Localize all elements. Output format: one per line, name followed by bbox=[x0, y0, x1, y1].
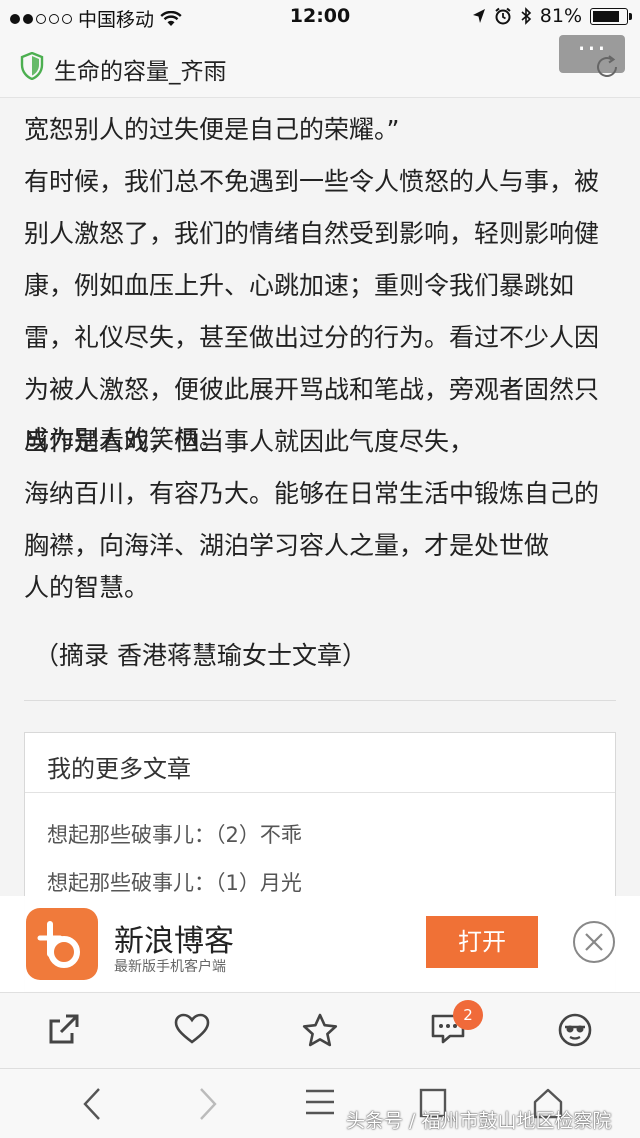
like-heart-icon[interactable] bbox=[174, 1013, 210, 1045]
comment-count-badge: 2 bbox=[453, 1000, 483, 1030]
app-name: 新浪博客 bbox=[114, 924, 234, 959]
share-icon[interactable] bbox=[48, 1013, 80, 1045]
location-arrow-icon bbox=[472, 9, 485, 23]
watermark-text: 头条号 / 福州市鼓山地区检察院 bbox=[346, 1110, 612, 1132]
status-bar: 中国移动 12:00 81% bbox=[0, 0, 640, 34]
bluetooth-icon bbox=[521, 7, 531, 25]
battery-fill bbox=[593, 10, 619, 22]
favorite-star-icon[interactable] bbox=[302, 1013, 338, 1047]
article-paragraph: 成为别人的笑柄。 bbox=[24, 425, 225, 454]
back-chevron-icon[interactable] bbox=[82, 1087, 102, 1121]
status-right: 81% bbox=[472, 5, 632, 27]
sina-blog-logo-icon bbox=[37, 921, 80, 968]
open-app-button[interactable]: 打开 bbox=[426, 916, 538, 968]
shield-icon bbox=[20, 52, 44, 80]
more-articles-heading: 我的更多文章 bbox=[25, 733, 615, 793]
close-banner-icon[interactable] bbox=[572, 920, 616, 964]
app-subtitle: 最新版手机客户端 bbox=[114, 959, 226, 975]
battery-icon bbox=[590, 7, 632, 25]
menu-icon[interactable] bbox=[304, 1087, 336, 1117]
article-paragraph: 人的智慧。 bbox=[24, 573, 150, 602]
reader-mode-icon[interactable] bbox=[558, 1013, 592, 1047]
page-title: 生命的容量_齐雨 bbox=[54, 59, 227, 85]
app-promo-banner: 新浪博客 最新版手机客户端 打开 bbox=[0, 896, 640, 992]
article-paragraph: 宽恕别人的过失便是自己的荣耀。” bbox=[24, 115, 400, 144]
battery-percent: 81% bbox=[539, 5, 582, 27]
refresh-icon[interactable] bbox=[592, 52, 622, 82]
forward-chevron-icon[interactable] bbox=[198, 1087, 218, 1121]
article-source: （摘录 香港蒋慧瑜女士文章） bbox=[34, 641, 367, 670]
sina-blog-app-icon bbox=[26, 908, 98, 980]
article-paragraph: 海纳百川，有容乃大。能够在日常生活中锻炼自己的胸襟，向海洋、湖泊学习容人之量，才… bbox=[24, 479, 600, 560]
article-link[interactable]: 想起那些破事儿：（1）月光 bbox=[47, 867, 302, 897]
article-action-bar bbox=[0, 992, 640, 1068]
divider bbox=[24, 700, 616, 701]
title-bar: 生命的容量_齐雨 bbox=[0, 34, 640, 98]
alarm-clock-icon bbox=[495, 7, 511, 25]
article-link[interactable]: 想起那些破事儿：（2）不乖 bbox=[47, 819, 302, 849]
